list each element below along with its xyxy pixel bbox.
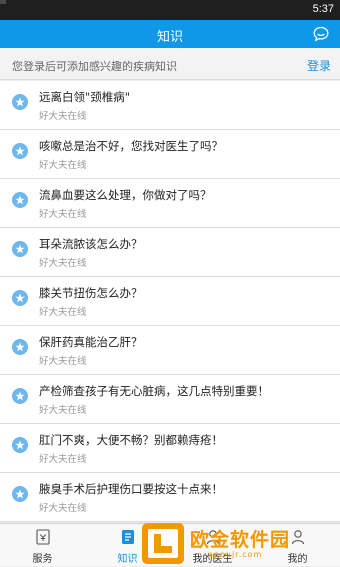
tab-label: 服务 <box>32 554 53 565</box>
status-time: 5:37 <box>312 3 334 15</box>
tab-service[interactable]: 服务 <box>0 524 85 567</box>
article-title: 流鼻血要这么处理，你做对了吗？ <box>39 188 212 202</box>
list-item[interactable]: 产检筛查孩子有无心脏病，这几点特别重要！ 好大夫在线 <box>0 375 340 424</box>
list-item[interactable]: 肛门不爽，大便不畅？别都赖痔疮！ 好大夫在线 <box>0 424 340 473</box>
article-title: 腋臭手术后护理伤口要按这十点来！ <box>39 482 223 496</box>
article-source: 好大夫在线 <box>39 111 87 122</box>
star-icon <box>12 143 28 159</box>
article-title: 肛门不爽，大便不畅？别都赖痔疮！ <box>39 433 223 447</box>
watermark: 欧金软件园 apoujr.com <box>140 521 340 566</box>
login-hint-text: 您登录后可添加感兴趣的疾病知识 <box>12 60 177 73</box>
article-title: 保肝药真能治乙肝？ <box>39 335 143 349</box>
login-button[interactable]: 登录 <box>307 57 331 74</box>
list-item[interactable]: 咳嗽总是治不好，您找对医生了吗？ 好大夫在线 <box>0 130 340 179</box>
app-header: 知识 <box>0 20 340 48</box>
login-prompt-bar: 您登录后可添加感兴趣的疾病知识 登录 <box>0 48 340 80</box>
notification-icon <box>0 0 6 4</box>
article-source: 好大夫在线 <box>39 160 87 171</box>
list-item[interactable]: 膝关节扭伤怎么办？ 好大夫在线 <box>0 277 340 326</box>
star-icon <box>12 241 28 257</box>
article-title: 膝关节扭伤怎么办？ <box>39 286 143 300</box>
list-item[interactable]: 耳朵流脓该怎么办？ 好大夫在线 <box>0 228 340 277</box>
service-icon <box>36 529 50 545</box>
watermark-logo-icon <box>142 523 184 564</box>
article-title: 产检筛查孩子有无心脏病，这几点特别重要！ <box>39 384 269 398</box>
article-title: 耳朵流脓该怎么办？ <box>39 237 143 251</box>
article-source: 好大夫在线 <box>39 503 87 514</box>
list-item[interactable]: 流鼻血要这么处理，你做对了吗？ 好大夫在线 <box>0 179 340 228</box>
status-bar: 5:37 <box>0 0 340 20</box>
list-item[interactable]: 保肝药真能治乙肝？ 好大夫在线 <box>0 326 340 375</box>
star-icon <box>12 94 28 110</box>
article-source: 好大夫在线 <box>39 209 87 220</box>
article-source: 好大夫在线 <box>39 454 87 465</box>
article-title: 咳嗽总是治不好，您找对医生了吗？ <box>39 139 223 153</box>
star-icon <box>12 339 28 355</box>
article-source: 好大夫在线 <box>39 307 87 318</box>
article-source: 好大夫在线 <box>39 356 87 367</box>
star-icon <box>12 192 28 208</box>
watermark-url: apoujr.com <box>208 550 263 559</box>
star-icon <box>12 437 28 453</box>
article-list: 远离白领"颈椎病" 好大夫在线 咳嗽总是治不好，您找对医生了吗？ 好大夫在线 流… <box>0 81 340 522</box>
watermark-text: 欧金软件园 <box>190 529 291 551</box>
page-title: 知识 <box>156 30 183 45</box>
star-icon <box>12 388 28 404</box>
star-icon <box>12 290 28 306</box>
chat-bubble-icon[interactable] <box>313 26 329 42</box>
article-source: 好大夫在线 <box>39 258 87 269</box>
article-source: 好大夫在线 <box>39 405 87 416</box>
knowledge-icon <box>122 530 134 544</box>
article-title: 远离白领"颈椎病" <box>39 90 131 104</box>
list-item[interactable]: 远离白领"颈椎病" 好大夫在线 <box>0 81 340 130</box>
star-icon <box>12 486 28 502</box>
list-item[interactable]: 腋臭手术后护理伤口要按这十点来！ 好大夫在线 <box>0 473 340 522</box>
